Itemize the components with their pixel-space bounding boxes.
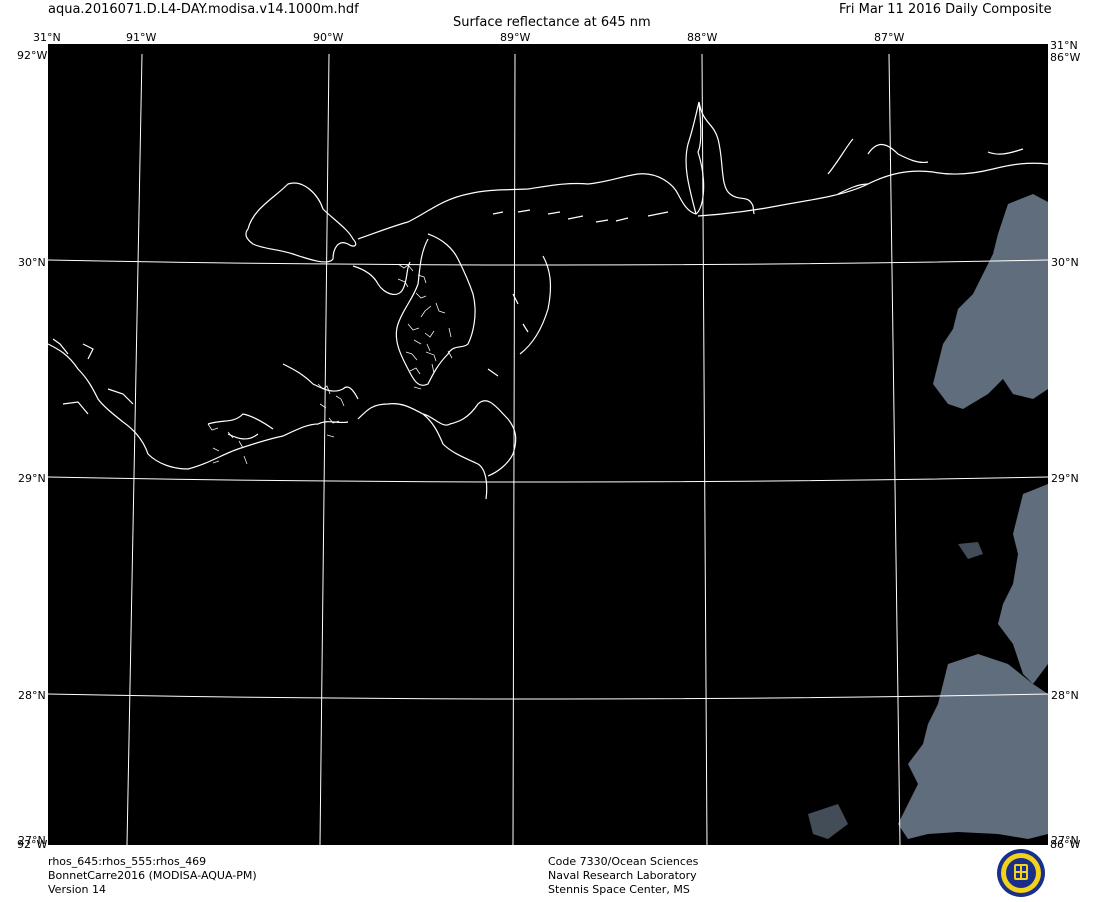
- corner-label-left-top-w: 92°W: [17, 49, 48, 62]
- lake-borgne-shore: [352, 261, 411, 296]
- org-name: Naval Research Laboratory: [548, 869, 697, 882]
- corner-label-right-top-w: 86°W: [1050, 51, 1081, 64]
- lat-label-30n-right: 30°N: [1051, 256, 1079, 269]
- gridline-lat-29n: [48, 476, 1048, 483]
- lon-label-87w: 87°W: [874, 31, 905, 44]
- chandeleur-fragments: [487, 293, 529, 377]
- mississippi-delta: [357, 400, 517, 500]
- org-code: Code 7330/Ocean Sciences: [548, 855, 699, 868]
- chandeleur-islands: [519, 255, 552, 355]
- corner-label-top-left: 31°N: [33, 31, 61, 44]
- corner-label-right-bottom-w: 86°W: [1050, 838, 1081, 851]
- delta-marsh-north: [395, 233, 476, 386]
- lon-label-88w: 88°W: [687, 31, 718, 44]
- product-title: Surface reflectance at 645 nm: [453, 15, 651, 30]
- map-canvas: [48, 53, 1048, 845]
- lon-label-90w: 90°W: [313, 31, 344, 44]
- barrier-islands: [492, 209, 669, 223]
- map-panel[interactable]: [48, 44, 1048, 845]
- gridline-lon-91w: [126, 53, 143, 845]
- marsh-speckle: [207, 263, 453, 465]
- gridline-lon-90w: [319, 53, 330, 845]
- cloud-patches: [808, 194, 1048, 839]
- gulf-coast-east: [697, 162, 1048, 217]
- lon-label-91w: 91°W: [126, 31, 157, 44]
- lat-label-29n-left: 29°N: [18, 472, 46, 485]
- terrebonne-marsh: [207, 363, 359, 440]
- gridline-lon-87w: [888, 53, 901, 845]
- band-combination: rhos_645:rhos_555:rhos_469: [48, 855, 207, 868]
- composite-date: Fri Mar 11 2016 Daily Composite: [839, 2, 1052, 17]
- louisiana-coast-west: [48, 343, 349, 470]
- graticule: [48, 53, 1048, 845]
- navy-seal-icon: [996, 848, 1046, 898]
- atchafalaya-bay: [52, 338, 134, 415]
- lat-label-28n-right: 28°N: [1051, 689, 1079, 702]
- version-label: Version 14: [48, 883, 106, 896]
- lon-label-89w: 89°W: [500, 31, 531, 44]
- gridline-lat-30n: [48, 259, 1048, 266]
- corner-label-left-bottom-w: 92°W: [17, 838, 48, 851]
- lake-pontchartrain: [245, 182, 357, 263]
- coastline: [48, 101, 1048, 500]
- file-name: aqua.2016071.D.L4-DAY.modisa.v14.1000m.h…: [48, 2, 359, 17]
- org-location: Stennis Space Center, MS: [548, 883, 690, 896]
- pensacola-bays: [827, 138, 1024, 195]
- lat-label-30n-left: 30°N: [18, 256, 46, 269]
- mobile-bay-west: [685, 101, 700, 215]
- lat-label-29n-right: 29°N: [1051, 472, 1079, 485]
- lat-label-28n-left: 28°N: [18, 689, 46, 702]
- project-name: BonnetCarre2016 (MODISA-AQUA-PM): [48, 869, 257, 882]
